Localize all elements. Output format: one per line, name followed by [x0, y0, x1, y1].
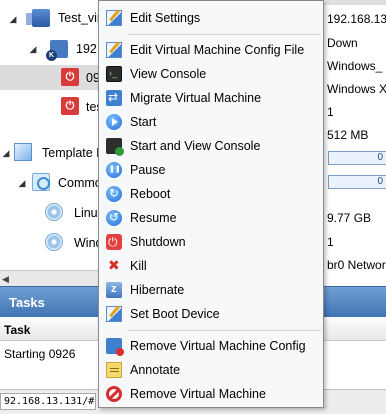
property-value: 192.168.13 [327, 12, 386, 26]
menu-item-label: Edit Virtual Machine Config File [130, 43, 305, 57]
property-value: br0 Networ [327, 258, 386, 272]
hibernate-icon [106, 282, 122, 298]
properties-panel: 192.168.13 Down Windows_ Windows X 1 512… [322, 0, 386, 286]
menu-item-view-console[interactable]: View Console [100, 62, 322, 86]
usage-bar-value: 0 [377, 176, 383, 187]
menu-separator [127, 330, 321, 331]
menu-item-label: Pause [130, 163, 166, 177]
menu-item-label: Shutdown [130, 235, 186, 249]
menu-item-label: Reboot [130, 187, 171, 201]
scroll-left-icon[interactable]: ◀ [2, 274, 9, 285]
cluster-icon [26, 9, 50, 27]
usage-bar: 0 [328, 151, 386, 165]
property-value: 1 [327, 105, 334, 119]
menu-item-resume[interactable]: Resume [100, 206, 322, 230]
menu-item-label: Annotate [130, 363, 181, 377]
task-column-label: Task [4, 323, 31, 337]
edit-config-icon [106, 42, 122, 58]
collapse-arrow-icon[interactable]: ◢ [1, 148, 11, 158]
shutdown-icon [106, 234, 122, 250]
tasks-title: Tasks [9, 295, 45, 310]
menu-item-label: Remove Virtual Machine [130, 387, 266, 401]
collapse-arrow-icon[interactable]: ◢ [17, 178, 27, 188]
menu-item-remove-config[interactable]: Remove Virtual Machine Config [100, 334, 322, 358]
task-row[interactable]: Starting 0926 [4, 347, 75, 361]
menu-item-label: Start [130, 115, 157, 129]
pause-icon [106, 162, 122, 178]
menu-item-label: Set Boot Device [130, 307, 220, 321]
remove-config-icon [106, 338, 124, 356]
resume-icon [106, 210, 122, 226]
usage-bar: 0 [328, 175, 386, 189]
menu-item-hibernate[interactable]: Hibernate [100, 278, 322, 302]
menu-item-remove-vm[interactable]: Remove Virtual Machine [100, 382, 322, 406]
migrate-icon [106, 90, 122, 106]
property-value: 512 MB [327, 128, 369, 142]
menu-item-migrate[interactable]: Migrate Virtual Machine [100, 86, 322, 110]
usage-bar-value: 0 [377, 152, 383, 163]
menu-item-label: Resume [130, 211, 177, 225]
disc-icon [45, 203, 63, 221]
collapse-arrow-icon[interactable]: ◢ [28, 44, 38, 54]
menu-item-kill[interactable]: Kill [100, 254, 322, 278]
menu-item-annotate[interactable]: Annotate [100, 358, 322, 382]
menu-item-label: View Console [130, 67, 207, 81]
tree-item-label: Test_vir [58, 11, 102, 25]
property-value: Windows X [327, 82, 386, 96]
menu-item-edit-config-file[interactable]: Edit Virtual Machine Config File [100, 38, 322, 62]
start-console-icon [106, 138, 124, 156]
menu-item-shutdown[interactable]: Shutdown [100, 230, 322, 254]
tree-item-label: Linu [74, 206, 98, 220]
host-icon: K [46, 40, 68, 61]
boot-device-icon [106, 306, 122, 322]
menu-item-label: Start and View Console [130, 139, 261, 153]
console-icon [106, 66, 122, 82]
menu-item-reboot[interactable]: Reboot [100, 182, 322, 206]
kill-icon [106, 257, 122, 274]
menu-item-start[interactable]: Start [100, 110, 322, 134]
collapse-arrow-icon[interactable]: ◢ [8, 14, 18, 24]
start-icon [106, 114, 122, 130]
menu-item-label: Hibernate [130, 283, 185, 297]
reboot-icon [106, 186, 122, 202]
property-value: Down [327, 36, 358, 50]
edit-settings-icon [106, 10, 122, 26]
remove-vm-icon [106, 386, 122, 402]
menu-item-edit-settings[interactable]: Edit Settings [100, 6, 322, 30]
tree-item-label: 192. [76, 42, 101, 56]
menu-item-label: Remove Virtual Machine Config [130, 339, 306, 353]
menu-item-label: Kill [130, 259, 147, 273]
context-menu: Edit Settings Edit Virtual Machine Confi… [98, 0, 324, 408]
menu-item-label: Migrate Virtual Machine [130, 91, 262, 105]
properties-header [323, 0, 386, 5]
menu-separator [127, 34, 321, 35]
folder-icon [32, 173, 50, 191]
property-value: Windows_ [327, 59, 383, 73]
menu-item-set-boot-device[interactable]: Set Boot Device [100, 302, 322, 326]
tree-item-label: Commo [58, 176, 102, 190]
annotate-icon [106, 362, 122, 378]
vm-power-icon: ⏻ [61, 68, 79, 86]
vm-power-icon: ⏻ [61, 97, 79, 115]
template-icon [14, 143, 32, 161]
menu-item-label: Edit Settings [130, 11, 201, 25]
tree-item-label: Template L [42, 146, 104, 160]
menu-item-start-and-view-console[interactable]: Start and View Console [100, 134, 322, 158]
address-field: 92.168.13.131/# [0, 393, 96, 410]
property-value: 1 [327, 235, 334, 249]
disc-icon [45, 233, 63, 251]
property-value: 9.77 GB [327, 211, 372, 225]
menu-item-pause[interactable]: Pause [100, 158, 322, 182]
